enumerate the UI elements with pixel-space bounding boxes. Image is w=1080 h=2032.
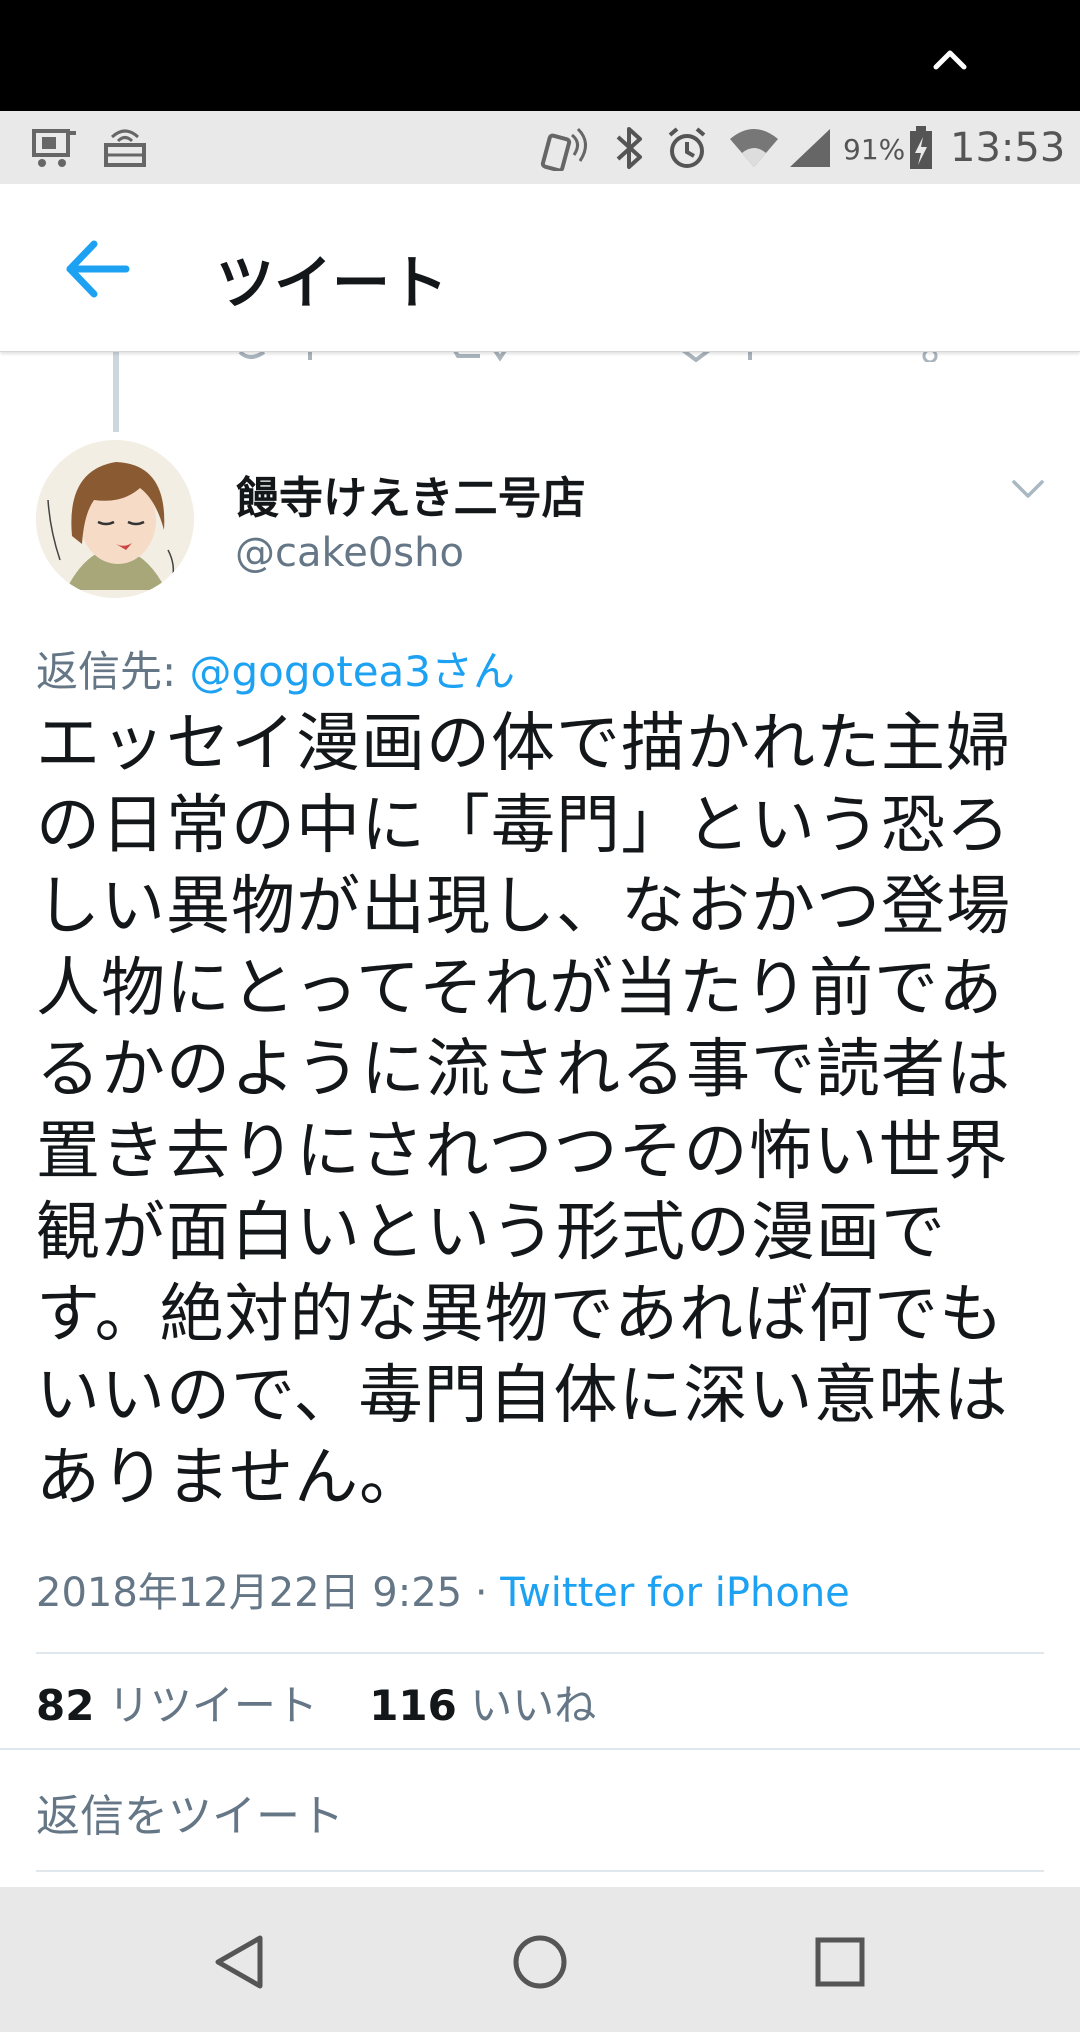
notification-shade-strip (0, 0, 1080, 111)
tweet-stats: 82 リツイート 116 いいね (36, 1672, 596, 1733)
reply-context: 返信先: @gogotea3さん (36, 638, 515, 699)
triangle-back-icon[interactable] (210, 1932, 270, 1992)
cart-notification-icon (32, 129, 76, 167)
divider (36, 1652, 1044, 1654)
retweet-count[interactable]: 82 (36, 1681, 94, 1730)
tweet-timestamp: 2018年12月22日 9:25 · (36, 1570, 501, 1616)
user-handle[interactable]: @cake0sho (235, 530, 464, 576)
like-count[interactable]: 116 (369, 1681, 457, 1730)
reply-input[interactable]: 返信をツイート (36, 1780, 344, 1844)
previous-tweet-actions (238, 352, 938, 362)
chevron-up-icon[interactable] (930, 40, 970, 80)
divider (0, 1748, 1080, 1750)
like-label[interactable]: いいね (470, 1681, 596, 1730)
page-title: ツイート (216, 249, 449, 317)
display-name[interactable]: 饅寺けえき二号店 (235, 462, 586, 526)
cell-signal-icon (790, 129, 830, 167)
tweet-meta: 2018年12月22日 9:25 · Twitter for iPhone (36, 1560, 850, 1618)
circle-home-icon[interactable] (510, 1932, 570, 1992)
status-bar: 91% 13:53 (0, 111, 1080, 184)
avatar-illustration (36, 440, 194, 598)
avatar[interactable] (36, 440, 194, 598)
square-recents-icon[interactable] (810, 1932, 870, 1992)
reply-prefix: 返信先: (36, 647, 190, 696)
status-clock: 13:53 (950, 125, 1066, 171)
nfc-icon (540, 127, 587, 171)
navigation-bar (0, 1887, 1080, 2032)
app-header: ツイート (0, 184, 1080, 352)
battery-charging-icon (910, 126, 932, 169)
bluetooth-icon (616, 127, 642, 169)
alarm-icon (668, 127, 706, 168)
wifi-icon (730, 129, 778, 167)
divider (36, 1870, 1044, 1872)
thread-connector-line (113, 352, 119, 432)
chevron-down-icon[interactable] (1010, 470, 1046, 506)
wireless-display-icon (104, 129, 146, 167)
arrow-left-icon[interactable] (62, 234, 132, 304)
retweet-label[interactable]: リツイート (108, 1681, 318, 1730)
reply-mention-link[interactable]: @gogotea3さん (190, 647, 515, 696)
tweet-detail[interactable]: 饅寺けえき二号店 @cake0sho 返信先: @gogotea3さん エッセイ… (0, 352, 1080, 1887)
battery-percent: 91% (843, 133, 906, 166)
tweet-client-link[interactable]: Twitter for iPhone (500, 1570, 850, 1616)
tweet-text: エッセイ漫画の体で描かれた主婦の日常の中に「毒門」という恐ろしい異物が出現し、な… (36, 707, 1011, 1515)
